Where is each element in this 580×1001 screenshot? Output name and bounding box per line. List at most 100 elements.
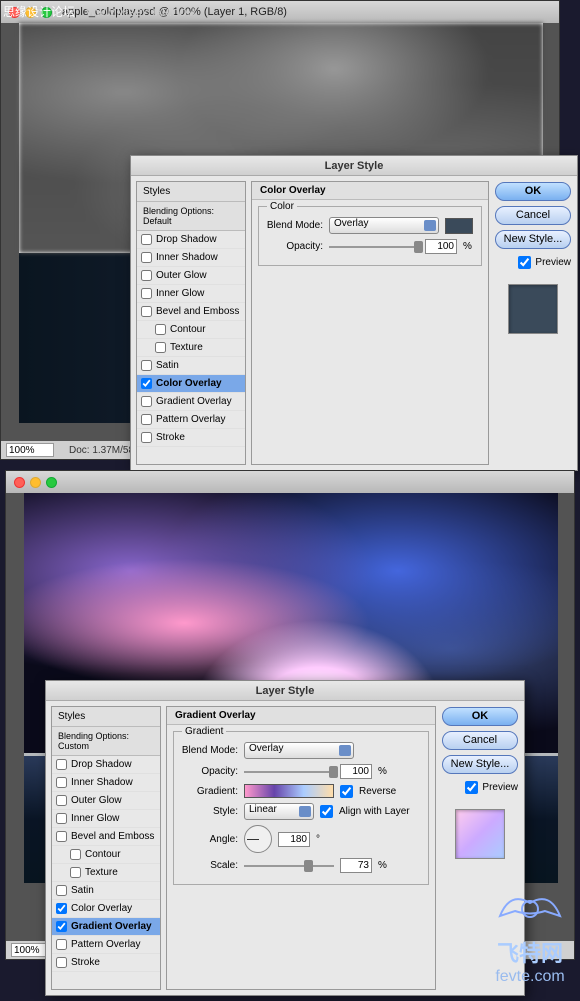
style-checkbox[interactable]: [141, 270, 152, 281]
ok-button[interactable]: OK: [442, 707, 518, 726]
style-item-contour[interactable]: Contour: [137, 321, 245, 339]
styles-list: Styles Blending Options: Custom Drop Sha…: [51, 706, 161, 990]
layer-style-dialog-1: Layer Style Styles Blending Options: Def…: [130, 155, 578, 471]
options-panel: Gradient Overlay Gradient Blend Mode: Ov…: [166, 706, 436, 990]
style-checkbox[interactable]: [56, 795, 67, 806]
opacity-input[interactable]: [340, 764, 372, 779]
style-checkbox[interactable]: [141, 432, 152, 443]
style-item-inner-shadow[interactable]: Inner Shadow: [52, 774, 160, 792]
style-item-inner-glow[interactable]: Inner Glow: [137, 285, 245, 303]
scale-label: Scale:: [180, 860, 238, 871]
style-checkbox[interactable]: [155, 342, 166, 353]
style-item-contour[interactable]: Contour: [52, 846, 160, 864]
style-label: Inner Glow: [156, 288, 204, 299]
style-item-pattern-overlay[interactable]: Pattern Overlay: [52, 936, 160, 954]
new-style-button[interactable]: New Style...: [495, 230, 571, 249]
preview-checkbox[interactable]: [518, 256, 531, 269]
style-item-satin[interactable]: Satin: [52, 882, 160, 900]
styles-list: Styles Blending Options: Default Drop Sh…: [136, 181, 246, 465]
style-item-inner-shadow[interactable]: Inner Shadow: [137, 249, 245, 267]
style-item-bevel-and-emboss[interactable]: Bevel and Emboss: [52, 828, 160, 846]
style-item-gradient-overlay[interactable]: Gradient Overlay: [52, 918, 160, 936]
style-item-texture[interactable]: Texture: [52, 864, 160, 882]
ps-titlebar[interactable]: [6, 471, 574, 493]
style-item-color-overlay[interactable]: Color Overlay: [52, 900, 160, 918]
style-label: Bevel and Emboss: [156, 306, 239, 317]
style-item-stroke[interactable]: Stroke: [52, 954, 160, 972]
style-checkbox[interactable]: [56, 813, 67, 824]
style-checkbox[interactable]: [141, 396, 152, 407]
style-checkbox[interactable]: [56, 921, 67, 932]
color-swatch[interactable]: [445, 218, 473, 234]
style-checkbox[interactable]: [56, 957, 67, 968]
opacity-label: Opacity:: [265, 241, 323, 252]
minimize-icon[interactable]: [30, 477, 41, 488]
opacity-slider[interactable]: [329, 246, 419, 248]
style-checkbox[interactable]: [56, 759, 67, 770]
style-item-gradient-overlay[interactable]: Gradient Overlay: [137, 393, 245, 411]
style-item-inner-glow[interactable]: Inner Glow: [52, 810, 160, 828]
cancel-button[interactable]: Cancel: [495, 206, 571, 225]
style-checkbox[interactable]: [141, 306, 152, 317]
styles-header[interactable]: Styles: [52, 707, 160, 727]
style-label: Inner Glow: [71, 813, 119, 824]
dialog-title[interactable]: Layer Style: [46, 681, 524, 701]
style-item-pattern-overlay[interactable]: Pattern Overlay: [137, 411, 245, 429]
style-item-drop-shadow[interactable]: Drop Shadow: [52, 756, 160, 774]
style-item-bevel-and-emboss[interactable]: Bevel and Emboss: [137, 303, 245, 321]
style-checkbox[interactable]: [141, 234, 152, 245]
style-checkbox[interactable]: [56, 831, 67, 842]
gradient-picker[interactable]: [244, 784, 334, 798]
style-select[interactable]: Linear: [244, 803, 314, 820]
style-checkbox[interactable]: [56, 885, 67, 896]
opacity-input[interactable]: [425, 239, 457, 254]
blend-mode-label: Blend Mode:: [265, 220, 323, 231]
style-checkbox[interactable]: [141, 414, 152, 425]
close-icon[interactable]: [14, 477, 25, 488]
scale-input[interactable]: [340, 858, 372, 873]
style-checkbox[interactable]: [141, 378, 152, 389]
style-item-color-overlay[interactable]: Color Overlay: [137, 375, 245, 393]
angle-input[interactable]: [278, 832, 310, 847]
angle-label: Angle:: [180, 834, 238, 845]
blending-options[interactable]: Blending Options: Default: [137, 202, 245, 231]
cancel-button[interactable]: Cancel: [442, 731, 518, 750]
blend-mode-select[interactable]: Overlay: [329, 217, 439, 234]
zoom-icon[interactable]: [46, 477, 57, 488]
style-item-outer-glow[interactable]: Outer Glow: [137, 267, 245, 285]
style-checkbox[interactable]: [56, 939, 67, 950]
opacity-slider[interactable]: [244, 771, 334, 773]
style-checkbox[interactable]: [70, 867, 81, 878]
angle-dial[interactable]: [244, 825, 272, 853]
style-label: Style:: [180, 806, 238, 817]
zoom-input[interactable]: [6, 443, 54, 457]
new-style-button[interactable]: New Style...: [442, 755, 518, 774]
style-item-drop-shadow[interactable]: Drop Shadow: [137, 231, 245, 249]
style-checkbox[interactable]: [56, 903, 67, 914]
style-item-stroke[interactable]: Stroke: [137, 429, 245, 447]
reverse-checkbox[interactable]: [340, 785, 353, 798]
style-checkbox[interactable]: [56, 777, 67, 788]
style-checkbox[interactable]: [141, 360, 152, 371]
styles-header[interactable]: Styles: [137, 182, 245, 202]
style-item-texture[interactable]: Texture: [137, 339, 245, 357]
panel-title: Gradient Overlay: [167, 707, 435, 725]
scale-slider[interactable]: [244, 865, 334, 867]
style-checkbox[interactable]: [155, 324, 166, 335]
style-checkbox[interactable]: [141, 288, 152, 299]
group-legend: Gradient: [182, 726, 226, 737]
style-item-outer-glow[interactable]: Outer Glow: [52, 792, 160, 810]
style-item-satin[interactable]: Satin: [137, 357, 245, 375]
align-checkbox[interactable]: [320, 805, 333, 818]
blending-options[interactable]: Blending Options: Custom: [52, 727, 160, 756]
options-panel: Color Overlay Color Blend Mode: Overlay …: [251, 181, 489, 465]
style-checkbox[interactable]: [70, 849, 81, 860]
blend-mode-label: Blend Mode:: [180, 745, 238, 756]
blend-mode-select[interactable]: Overlay: [244, 742, 354, 759]
style-checkbox[interactable]: [141, 252, 152, 263]
preview-checkbox[interactable]: [465, 781, 478, 794]
dialog-title[interactable]: Layer Style: [131, 156, 577, 176]
ok-button[interactable]: OK: [495, 182, 571, 201]
style-label: Drop Shadow: [156, 234, 217, 245]
style-label: Gradient Overlay: [71, 921, 152, 932]
